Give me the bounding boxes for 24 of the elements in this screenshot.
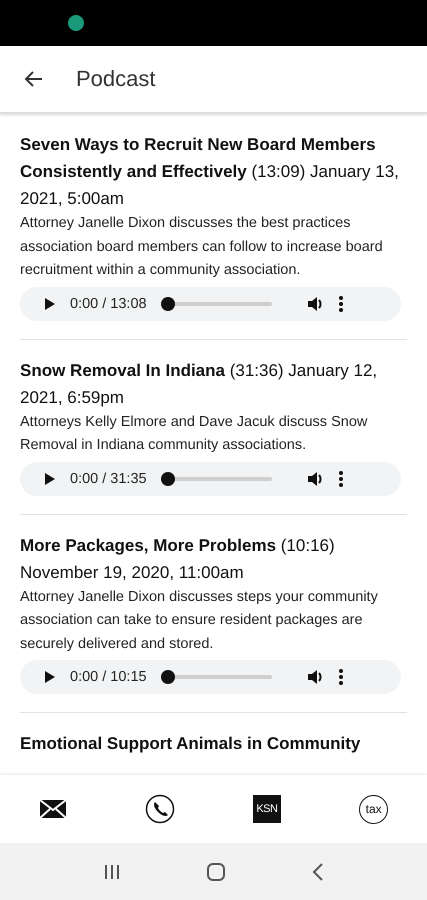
playback-time: 0:00 / 10:15 bbox=[70, 669, 147, 685]
more-options-icon[interactable] bbox=[338, 470, 343, 486]
more-options-icon[interactable] bbox=[338, 669, 343, 685]
play-icon[interactable] bbox=[44, 670, 56, 684]
more-options-icon[interactable] bbox=[338, 296, 343, 312]
app-notification-icon bbox=[68, 15, 84, 31]
back-icon[interactable] bbox=[310, 862, 325, 882]
playback-time: 0:00 / 31:35 bbox=[70, 470, 147, 486]
tax-button[interactable]: tax bbox=[359, 794, 388, 824]
episode-heading: Seven Ways to Recruit New Board Members Consistently and Effectively (13:09) January 13, 2021, 5:00am bbox=[20, 134, 400, 210]
playback-time: 0:00 / 13:08 bbox=[70, 296, 147, 312]
screen-title: Podcast bbox=[76, 66, 156, 92]
episode-heading: Snow Removal In Indiana (31:36) January 12, 2021, 6:59pm bbox=[20, 360, 378, 408]
episode-heading: More Packages, More Problems (10:16) November 19, 2020, 11:00am bbox=[20, 534, 336, 584]
play-icon[interactable] bbox=[44, 472, 56, 486]
episode-description: Attorney Janelle Dixon discusses steps your community association can take to ensure resident packages are securely delivered and stored. bbox=[20, 588, 379, 654]
envelope-icon[interactable] bbox=[39, 799, 68, 819]
episode-description: Attorney Janelle Dixon discusses the best practices association board members can follow to increase board recruitment within a community association. bbox=[20, 214, 384, 280]
play-icon[interactable] bbox=[44, 296, 56, 310]
phone-icon[interactable] bbox=[145, 794, 176, 824]
logo-button[interactable]: KSN bbox=[252, 795, 281, 823]
episode-heading: Emotional Support Animals in Community bbox=[20, 733, 362, 755]
home-icon[interactable] bbox=[206, 862, 226, 882]
episode-description: Attorneys Kelly Elmore and Dave Jacuk discuss Snow Removal in Indiana community associations. bbox=[20, 412, 368, 455]
